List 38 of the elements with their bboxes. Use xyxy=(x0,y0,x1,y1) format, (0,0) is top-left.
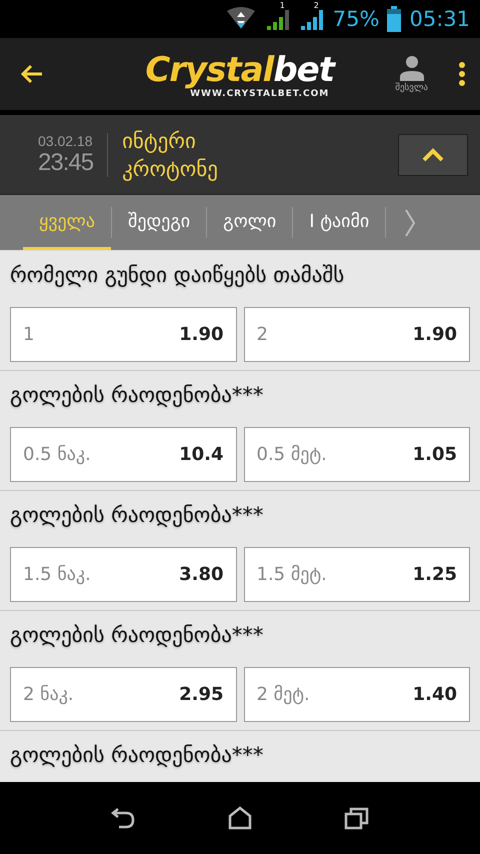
recent-apps-icon[interactable] xyxy=(344,806,370,830)
market-title: გოლების რაოდენობა*** xyxy=(10,743,264,769)
more-menu-icon[interactable] xyxy=(458,61,466,87)
clock: 05:31 xyxy=(409,7,470,31)
back-icon[interactable] xyxy=(110,807,136,829)
logo-text: bet xyxy=(273,50,334,90)
market-title: გოლების რაოდენობა*** xyxy=(10,623,264,649)
odds-button[interactable]: 2 მეტ. 1.40 xyxy=(244,667,470,722)
tab[interactable]: შედეგი xyxy=(112,195,206,250)
match-time: 23:45 xyxy=(38,148,94,176)
odds-button[interactable]: 1.5 მეტ. 1.25 xyxy=(244,547,470,602)
sim-number: 1 xyxy=(280,2,285,10)
back-arrow-icon[interactable] xyxy=(20,64,44,84)
collapse-button[interactable] xyxy=(398,134,468,176)
logo-url: WWW.CRYSTALBET.COM xyxy=(190,90,330,98)
login-button[interactable]: შესვლა xyxy=(395,55,428,93)
market-title: რომელი გუნდი დაიწყებს თამაშს xyxy=(10,263,346,289)
odds-button[interactable]: 2 ნაკ. 2.95 xyxy=(10,667,236,722)
match-date: 03.02.18 xyxy=(38,132,94,148)
sim-number: 2 xyxy=(314,2,319,10)
odds-button[interactable]: 2 1.90 xyxy=(244,307,470,362)
tab[interactable]: I ტაიმი xyxy=(293,195,386,250)
odds-button[interactable]: 1 1.90 xyxy=(10,307,236,362)
odds-button[interactable]: 1.5 ნაკ. 3.80 xyxy=(10,547,236,602)
team-name: კროტონე xyxy=(122,156,219,180)
market-title: გოლების რაოდენობა*** xyxy=(10,383,264,409)
odds-button[interactable]: 0.5 ნაკ. 10.4 xyxy=(10,427,236,482)
market-title: გოლების რაოდენობა*** xyxy=(10,503,264,529)
chevron-up-icon xyxy=(422,148,444,162)
tab[interactable]: გოლი xyxy=(207,195,292,250)
logo-text: Crystal xyxy=(145,50,274,90)
wifi-icon xyxy=(224,7,257,31)
home-icon[interactable] xyxy=(228,806,252,830)
person-icon xyxy=(398,55,425,81)
battery-percent: 75% xyxy=(332,7,380,31)
team-name: ინტერი xyxy=(122,128,197,152)
odds-button[interactable]: 0.5 მეტ. 1.05 xyxy=(244,427,470,482)
battery-icon xyxy=(387,6,402,32)
